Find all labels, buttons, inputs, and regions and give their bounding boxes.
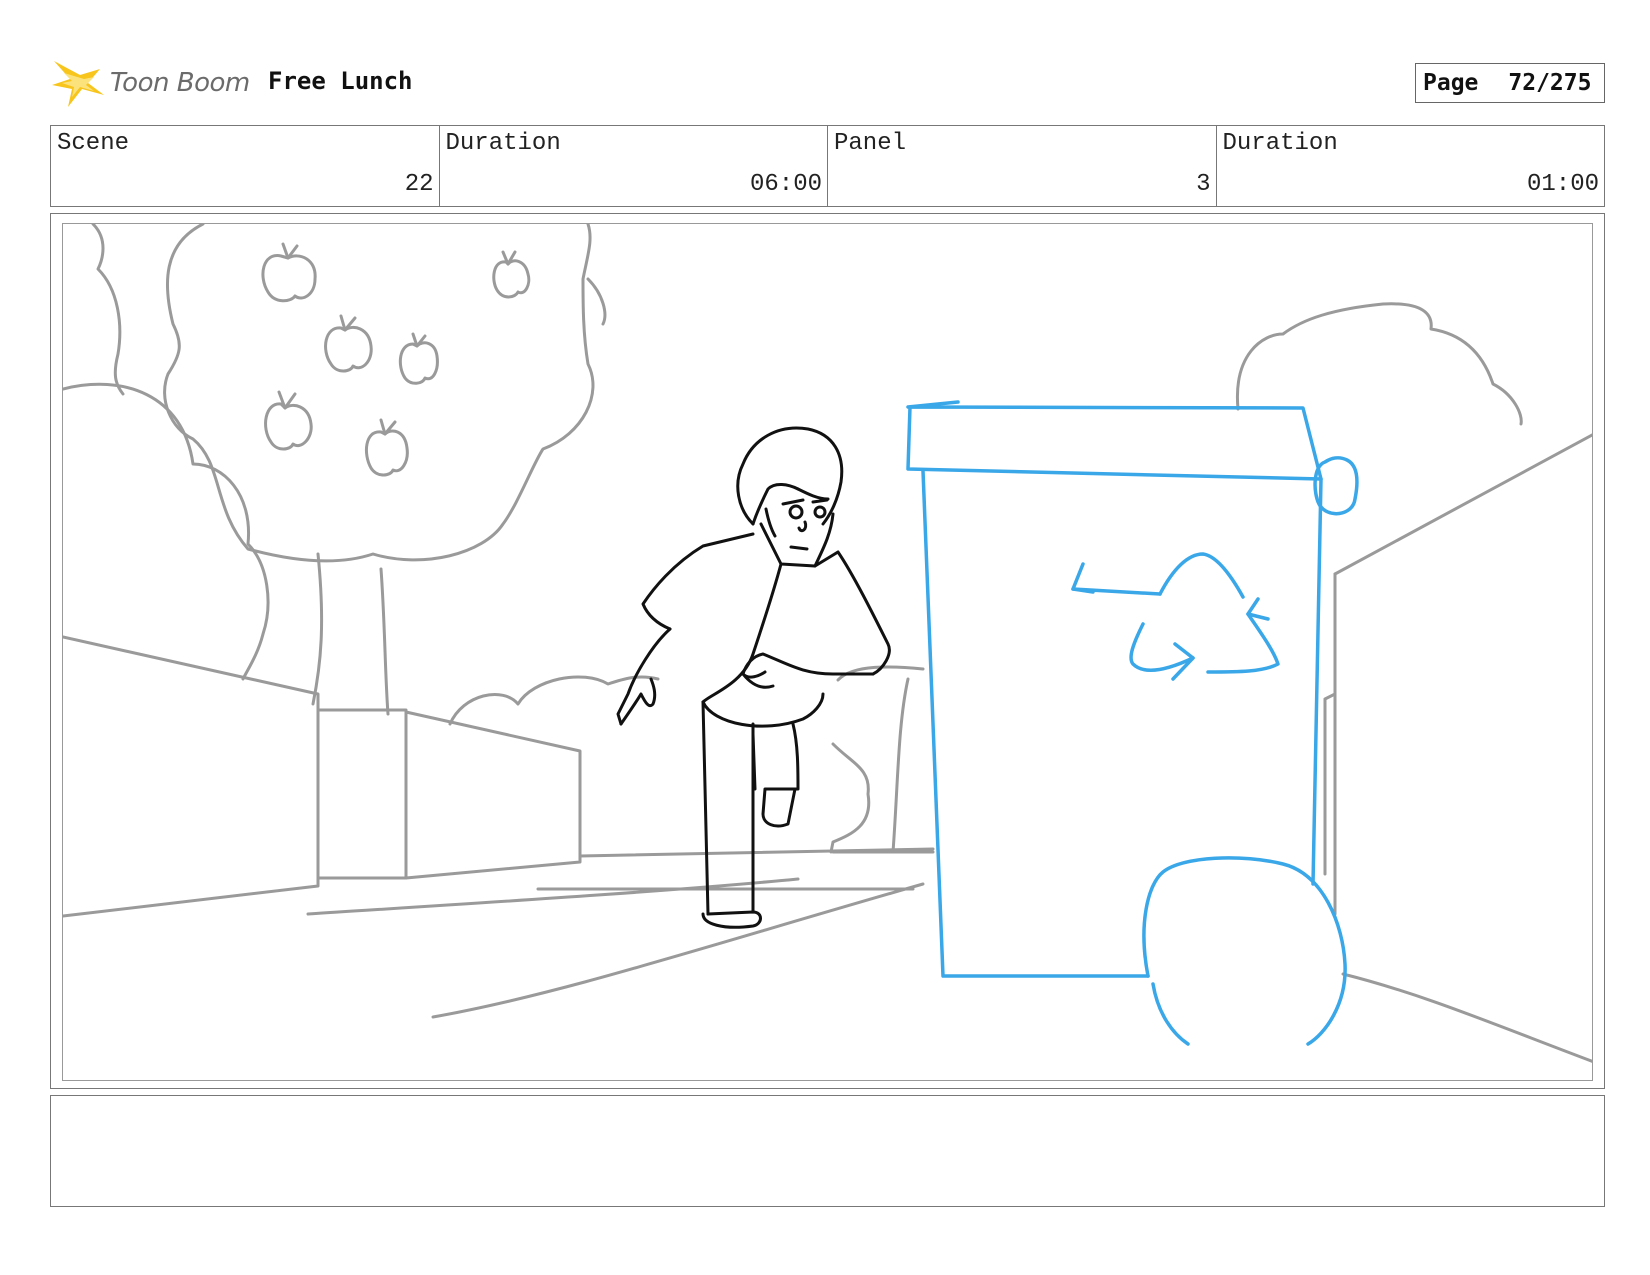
panel-duration-cell: Duration 01:00 [1217,126,1605,206]
background-sketch [63,224,1592,1063]
scene-duration-label: Duration [445,130,561,157]
apple-icon [324,314,373,373]
storyboard-sketch [63,224,1592,1063]
apple-icon [398,332,439,385]
panel-cell: Panel 3 [828,126,1217,206]
apple-icon [261,242,317,303]
toon-boom-starburst-icon [52,61,104,107]
page-indicator: Page 72/275 [1415,63,1605,103]
toon-boom-logo: Toon Boom [50,55,250,110]
storyboard-panel-frame [50,213,1605,1089]
apple-icon [492,250,531,299]
scene-cell: Scene 22 [51,126,440,206]
page-label: Page [1423,70,1479,96]
recycling-bin [906,400,1359,1046]
logo-text: Toon Boom [110,67,250,98]
panel-duration-value: 01:00 [1526,171,1599,198]
storyboard-panel-image [62,223,1593,1081]
page-number: 72/275 [1508,70,1592,96]
panel-notes-box [50,1095,1605,1207]
scene-label: Scene [57,130,130,157]
recycle-symbol-icon [1071,552,1280,681]
panel-value: 3 [1196,171,1211,198]
panel-label: Panel [834,130,907,157]
apple-icon [364,418,409,477]
scene-duration-cell: Duration 06:00 [440,126,828,206]
page-header: Toon Boom Free Lunch Page 72/275 [50,55,1605,110]
apple-icon [264,390,313,451]
scene-value: 22 [404,171,434,198]
info-table: Scene 22 Duration 06:00 Panel 3 Duration… [50,125,1605,207]
panel-duration-label: Duration [1222,130,1338,157]
project-title: Free Lunch [268,67,413,95]
scene-duration-value: 06:00 [749,171,822,198]
